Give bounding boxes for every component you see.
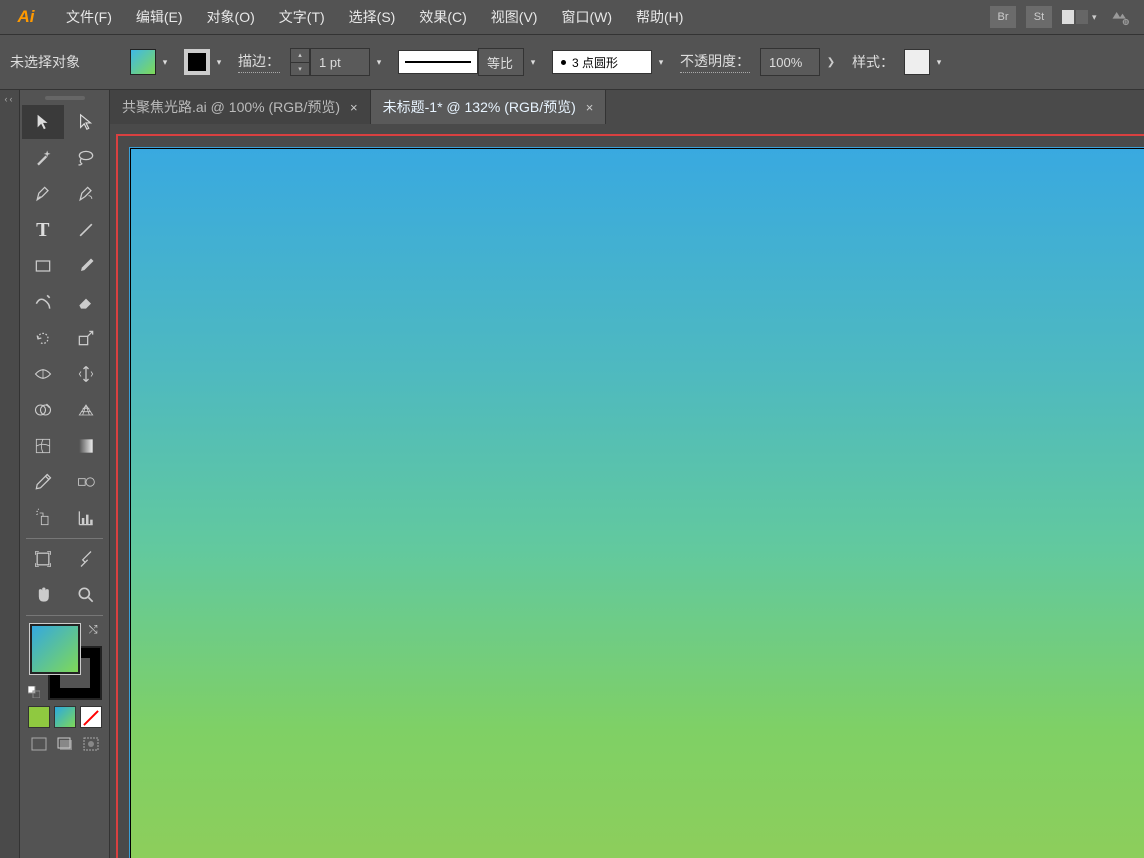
- shape-builder-tool[interactable]: [22, 393, 64, 427]
- style-label: 样式：: [852, 52, 894, 72]
- color-mode-button[interactable]: [28, 706, 50, 728]
- collapse-chevron-icon[interactable]: ‹‹: [5, 94, 15, 104]
- stroke-profile-dropdown[interactable]: ▾: [524, 49, 542, 75]
- type-tool[interactable]: T: [22, 213, 64, 247]
- opacity-field[interactable]: 100%: [760, 48, 820, 76]
- swap-fill-stroke-icon[interactable]: ⤭: [89, 624, 98, 637]
- brush-dropdown[interactable]: ▾: [652, 49, 670, 75]
- slice-tool[interactable]: [66, 542, 108, 576]
- selection-tool[interactable]: [22, 105, 64, 139]
- artboard-tool[interactable]: [22, 542, 64, 576]
- close-icon[interactable]: ×: [350, 100, 358, 115]
- none-mode-button[interactable]: [80, 706, 102, 728]
- fill-indicator[interactable]: [30, 624, 80, 674]
- tab-title: 共聚焦光路.ai @ 100% (RGB/预览): [122, 97, 340, 117]
- fill-swatch-group[interactable]: ▾: [130, 49, 174, 75]
- stroke-weight-field[interactable]: 1 pt: [310, 48, 370, 76]
- stroke-profile-preview[interactable]: [398, 50, 478, 74]
- rectangle-tool[interactable]: [22, 249, 64, 283]
- menu-select[interactable]: 选择(S): [337, 0, 408, 34]
- brush-preview[interactable]: 3 点圆形: [552, 50, 652, 74]
- width-tool[interactable]: [22, 357, 64, 391]
- artboard[interactable]: [130, 148, 1144, 858]
- control-bar: 未选择对象 ▾ ▾ 描边： ▴▾ 1 pt ▾ 等比 ▾ 3 点圆形 ▾ 不透明…: [0, 34, 1144, 90]
- opacity-label[interactable]: 不透明度：: [680, 51, 750, 73]
- menu-bar: Ai 文件(F) 编辑(E) 对象(O) 文字(T) 选择(S) 效果(C) 视…: [0, 0, 1144, 34]
- magic-wand-tool[interactable]: [22, 141, 64, 175]
- menu-type[interactable]: 文字(T): [267, 0, 337, 34]
- close-icon[interactable]: ×: [586, 100, 594, 115]
- stroke-profile-field[interactable]: 等比: [478, 48, 524, 76]
- graphic-style-swatch[interactable]: [904, 49, 930, 75]
- menu-object[interactable]: 对象(O): [195, 0, 267, 34]
- stroke-swatch-group[interactable]: ▾: [184, 49, 228, 75]
- scale-tool[interactable]: [66, 321, 108, 355]
- draw-inside-button[interactable]: [80, 734, 102, 754]
- column-graph-tool[interactable]: [66, 501, 108, 535]
- tools-grip[interactable]: [22, 92, 107, 104]
- direct-selection-tool[interactable]: [66, 105, 108, 139]
- symbol-sprayer-tool[interactable]: [22, 501, 64, 535]
- fill-stroke-indicator[interactable]: ⤭: [26, 622, 104, 700]
- lasso-tool[interactable]: [66, 141, 108, 175]
- bridge-icon[interactable]: Br: [990, 6, 1016, 28]
- menu-effect[interactable]: 效果(C): [407, 0, 478, 34]
- document-area: 共聚焦光路.ai @ 100% (RGB/预览) × 未标题-1* @ 132%…: [110, 90, 1144, 858]
- curvature-tool[interactable]: [66, 177, 108, 211]
- gpu-preview-icon[interactable]: [1110, 7, 1132, 27]
- menu-file[interactable]: 文件(F): [54, 0, 124, 34]
- stroke-weight-stepper[interactable]: ▴▾: [290, 48, 310, 76]
- line-segment-tool[interactable]: [66, 213, 108, 247]
- menu-help[interactable]: 帮助(H): [624, 0, 695, 34]
- opacity-expand[interactable]: ❯: [820, 48, 842, 76]
- stroke-swatch[interactable]: [184, 49, 210, 75]
- menu-view[interactable]: 视图(V): [479, 0, 550, 34]
- shaper-tool[interactable]: [22, 285, 64, 319]
- menu-edit[interactable]: 编辑(E): [124, 0, 195, 34]
- rotate-tool[interactable]: [22, 321, 64, 355]
- free-transform-tool[interactable]: [66, 357, 108, 391]
- document-tabs: 共聚焦光路.ai @ 100% (RGB/预览) × 未标题-1* @ 132%…: [110, 90, 1144, 124]
- stock-icon[interactable]: St: [1026, 6, 1052, 28]
- eyedropper-tool[interactable]: [22, 465, 64, 499]
- menu-window[interactable]: 窗口(W): [549, 0, 624, 34]
- eraser-tool[interactable]: [66, 285, 108, 319]
- document-tab-1[interactable]: 未标题-1* @ 132% (RGB/预览) ×: [371, 90, 607, 124]
- selection-status: 未选择对象: [10, 52, 80, 72]
- stroke-dropdown[interactable]: ▾: [210, 49, 228, 75]
- tools-panel: T: [20, 90, 110, 858]
- gradient-tool[interactable]: [66, 429, 108, 463]
- tab-title: 未标题-1* @ 132% (RGB/预览): [383, 97, 576, 117]
- gradient-mode-button[interactable]: [54, 706, 76, 728]
- stroke-weight-dropdown[interactable]: ▾: [370, 49, 388, 75]
- fill-swatch[interactable]: [130, 49, 156, 75]
- default-fill-stroke-icon[interactable]: [28, 686, 40, 698]
- graphic-style-dropdown[interactable]: ▾: [930, 49, 948, 75]
- document-tab-0[interactable]: 共聚焦光路.ai @ 100% (RGB/预览) ×: [110, 90, 371, 124]
- stroke-label[interactable]: 描边：: [238, 51, 280, 73]
- canvas[interactable]: [110, 124, 1144, 858]
- workspace-switcher[interactable]: ▾: [1062, 6, 1100, 28]
- mesh-tool[interactable]: [22, 429, 64, 463]
- app-logo: Ai: [10, 4, 42, 30]
- draw-behind-button[interactable]: [54, 734, 76, 754]
- fill-dropdown[interactable]: ▾: [156, 49, 174, 75]
- perspective-grid-tool[interactable]: [66, 393, 108, 427]
- hand-tool[interactable]: [22, 578, 64, 612]
- paintbrush-tool[interactable]: [66, 249, 108, 283]
- pen-tool[interactable]: [22, 177, 64, 211]
- panel-dock-left[interactable]: ‹‹: [0, 90, 20, 858]
- zoom-tool[interactable]: [66, 578, 108, 612]
- blend-tool[interactable]: [66, 465, 108, 499]
- draw-normal-button[interactable]: [28, 734, 50, 754]
